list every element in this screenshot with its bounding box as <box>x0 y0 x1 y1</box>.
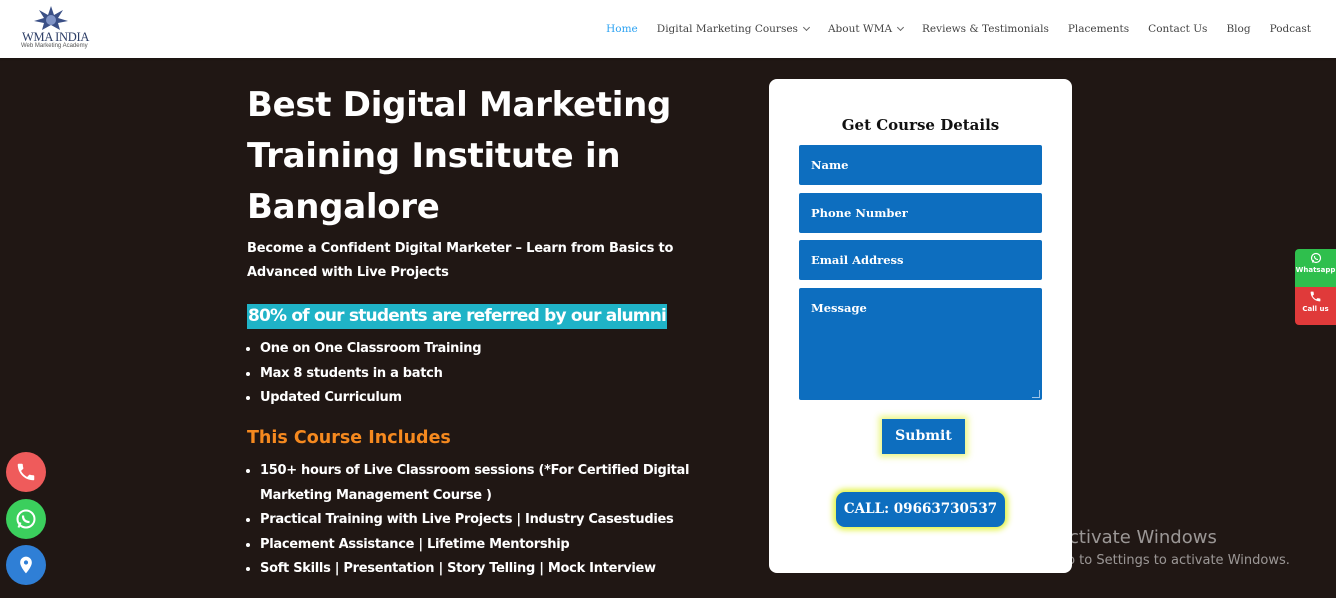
nav-reviews-testimonials[interactable]: Reviews & Testimonials <box>922 23 1049 35</box>
nav-contact-us[interactable]: Contact Us <box>1148 23 1207 35</box>
message-field[interactable]: Message <box>799 288 1042 400</box>
alumni-highlight: 80% of our students are referred by our … <box>247 304 668 329</box>
submit-button[interactable]: Submit <box>882 419 965 454</box>
list-item: Placement Assistance | Lifetime Mentorsh… <box>260 533 690 558</box>
hero-subtitle: Become a Confident Digital Marketer – Le… <box>247 241 674 280</box>
nav-placements[interactable]: Placements <box>1068 23 1129 35</box>
resize-handle-icon[interactable] <box>1032 390 1040 398</box>
phone-icon <box>1310 291 1321 302</box>
course-includes-heading: This Course Includes <box>247 428 451 448</box>
list-item: Practical Training with Live Projects | … <box>260 508 690 533</box>
whatsapp-icon <box>1310 252 1321 264</box>
whatsapp-side-button[interactable]: Whatsapp <box>1295 249 1336 287</box>
nav-placements-label: Placements <box>1067 23 1130 35</box>
nav-podcast-label: Podcast <box>1269 23 1311 35</box>
call-side-button[interactable]: Call us <box>1295 287 1336 325</box>
nav-contact-label: Contact Us <box>1148 23 1208 35</box>
nav-about-label: About WMA <box>827 23 893 35</box>
wma-logo[interactable]: WMA INDIA Web Marketing Academy <box>18 6 92 52</box>
nav-podcast[interactable]: Podcast <box>1270 23 1311 35</box>
phone-icon <box>17 463 35 481</box>
nav-reviews-label: Reviews & Testimonials <box>922 23 1049 35</box>
list-item: Max 8 students in a batch <box>260 362 481 387</box>
list-item: 150+ hours of Live Classroom sessions (*… <box>260 459 690 508</box>
course-includes-list: 150+ hours of Live Classroom sessions (*… <box>247 459 690 582</box>
chevron-down-icon <box>802 23 810 32</box>
nav-about-wma[interactable]: About WMA <box>827 23 905 35</box>
nav-home-label: Home <box>606 23 638 35</box>
activate-windows-subtitle: Go to Settings to activate Windows. <box>1057 553 1290 568</box>
name-field[interactable]: Name <box>799 145 1042 185</box>
phone-float-button[interactable] <box>6 452 46 492</box>
logo-subtitle: Web Marketing Academy <box>21 43 88 49</box>
feature-list: One on One Classroom Training Max 8 stud… <box>247 337 482 411</box>
nav-home[interactable]: Home <box>606 23 638 35</box>
list-item: One on One Classroom Training <box>260 337 482 362</box>
main-nav: Home Digital Marketing Courses About WMA… <box>587 0 1311 58</box>
hero-title: Best Digital Marketing Training Institut… <box>247 85 672 227</box>
whatsapp-icon <box>16 509 36 529</box>
whatsapp-float-button[interactable] <box>6 499 46 539</box>
list-item: Soft Skills | Presentation | Story Telli… <box>260 557 690 582</box>
location-pin-icon <box>20 556 32 574</box>
star-logo-icon <box>34 6 68 30</box>
phone-field[interactable]: Phone Number <box>799 193 1042 233</box>
site-header: WMA INDIA Web Marketing Academy Home Dig… <box>0 0 1336 58</box>
form-title: Get Course Details <box>841 116 1000 134</box>
message-placeholder: Message <box>811 301 867 315</box>
call-button[interactable]: CALL: 09663730537 <box>836 492 1005 527</box>
email-field[interactable]: Email Address <box>799 240 1042 280</box>
whatsapp-side-label: Whatsapp <box>1295 266 1336 274</box>
nav-digital-marketing-courses[interactable]: Digital Marketing Courses <box>656 23 810 35</box>
chevron-down-icon <box>896 23 905 32</box>
nav-blog-label: Blog <box>1226 23 1251 35</box>
location-float-button[interactable] <box>6 545 46 585</box>
course-details-form: Get Course Details Name Phone Number Ema… <box>769 79 1072 573</box>
nav-blog[interactable]: Blog <box>1226 23 1250 35</box>
list-item: Updated Curriculum <box>260 386 481 411</box>
activate-windows-title: Activate Windows <box>1057 527 1217 548</box>
nav-courses-label: Digital Marketing Courses <box>656 23 798 35</box>
call-side-label: Call us <box>1302 305 1329 313</box>
